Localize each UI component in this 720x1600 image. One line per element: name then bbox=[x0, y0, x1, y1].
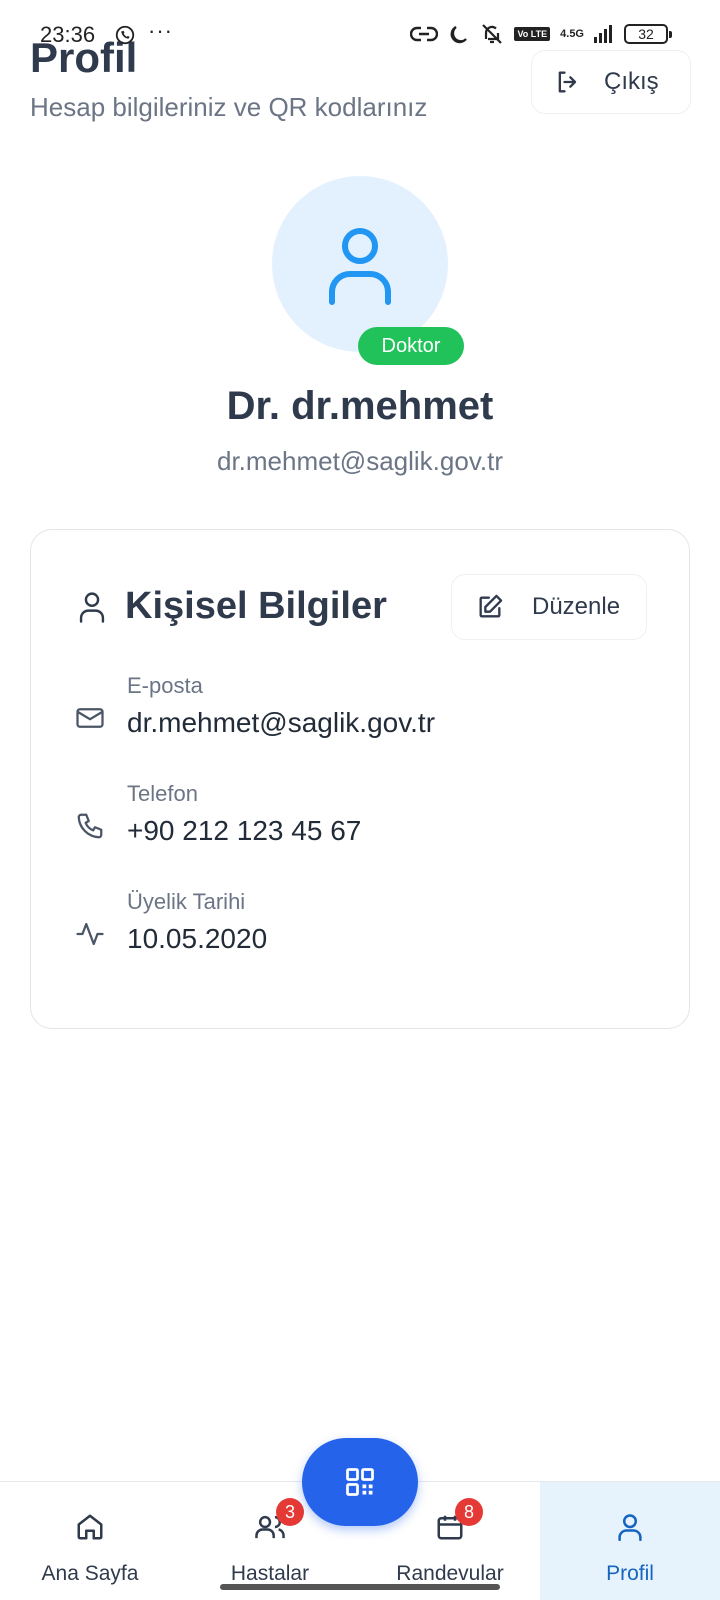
nav-label-home: Ana Sayfa bbox=[41, 1562, 139, 1585]
edit-button[interactable]: Düzenle bbox=[451, 574, 647, 640]
info-row-phone: Telefon +90 212 123 45 67 bbox=[75, 781, 361, 847]
appointments-count-badge: 8 bbox=[455, 1498, 483, 1526]
info-label: E-posta bbox=[127, 673, 203, 698]
info-value: +90 212 123 45 67 bbox=[127, 815, 362, 846]
volte-icon: Vo LTE bbox=[514, 27, 551, 41]
info-membership: Üyelik Tarihi 10.05.2020 bbox=[127, 889, 267, 955]
user-email: dr.mehmet@saglik.gov.tr bbox=[216, 446, 503, 476]
signal-icon bbox=[594, 25, 612, 43]
info-label: Telefon bbox=[127, 781, 198, 806]
info-phone: Telefon +90 212 123 45 67 bbox=[127, 781, 361, 847]
info-value: dr.mehmet@saglik.gov.tr bbox=[127, 707, 436, 738]
status-time: 23:36 bbox=[40, 22, 96, 47]
home-icon bbox=[77, 1514, 103, 1540]
user-icon bbox=[79, 591, 105, 623]
battery-icon: 32 bbox=[624, 24, 672, 44]
status-bar: 23:36 ··· Vo LTE 4.5G 32 bbox=[0, 0, 720, 64]
user-name: Dr. dr.mehmet bbox=[226, 384, 494, 428]
network-type: 4.5G bbox=[560, 28, 584, 40]
info-label: Üyelik Tarihi bbox=[127, 889, 246, 914]
info-row-email: E-posta dr.mehmet@saglik.gov.tr bbox=[75, 673, 435, 739]
role-badge: Doktor bbox=[358, 327, 464, 365]
card-header: Kişisel Bilgiler bbox=[77, 585, 387, 628]
link-icon bbox=[410, 26, 439, 42]
nav-label-appointments: Randevular bbox=[396, 1562, 504, 1585]
info-row-membership: Üyelik Tarihi 10.05.2020 bbox=[75, 889, 267, 955]
edit-icon bbox=[479, 594, 503, 618]
nav-item-profile[interactable]: Profil bbox=[540, 1482, 720, 1600]
whatsapp-icon bbox=[115, 25, 135, 45]
qr-code-icon bbox=[346, 1468, 374, 1496]
qr-scan-button[interactable] bbox=[302, 1438, 418, 1526]
user-icon bbox=[618, 1514, 642, 1541]
bell-off-icon bbox=[482, 24, 503, 44]
info-email: E-posta dr.mehmet@saglik.gov.tr bbox=[127, 673, 435, 739]
moon-icon bbox=[451, 26, 468, 44]
page-subtitle: Hesap bilgileriniz ve QR kodlarınız bbox=[30, 92, 428, 122]
info-value: 10.05.2020 bbox=[127, 923, 268, 954]
nav-item-home[interactable]: Ana Sayfa bbox=[0, 1482, 180, 1600]
nav-label-profile: Profil bbox=[606, 1562, 654, 1585]
nav-label-patients: Hastalar bbox=[230, 1562, 310, 1585]
personal-info-card: Kişisel Bilgiler Düzenle E-posta dr.mehm… bbox=[30, 529, 690, 1029]
home-indicator[interactable] bbox=[220, 1584, 500, 1590]
logout-label: Çıkış bbox=[604, 68, 659, 95]
more-notifications-icon: ··· bbox=[148, 18, 173, 43]
mail-icon bbox=[76, 708, 104, 728]
user-avatar-icon bbox=[329, 228, 391, 305]
card-title: Kişisel Bilgiler bbox=[125, 585, 387, 627]
logout-icon bbox=[558, 71, 577, 93]
avatar bbox=[272, 176, 448, 352]
activity-icon bbox=[76, 922, 104, 946]
patients-count-badge: 3 bbox=[276, 1498, 304, 1526]
phone-icon bbox=[77, 813, 103, 839]
edit-label: Düzenle bbox=[532, 593, 621, 620]
